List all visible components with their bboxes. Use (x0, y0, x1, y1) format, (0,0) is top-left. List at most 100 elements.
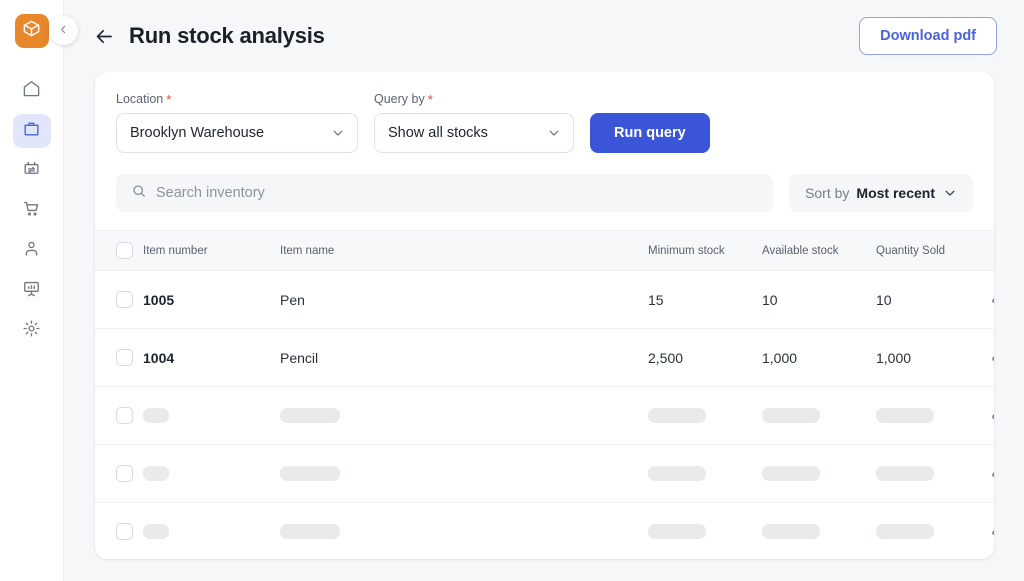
search-row: Search inventory Sort by Most recent (95, 153, 994, 230)
skeleton-bar (280, 408, 340, 423)
presentation-chart-icon (22, 279, 41, 303)
chevron-down-icon (331, 126, 345, 140)
sidebar-item-home[interactable] (13, 74, 51, 108)
sidebar-item-transfers[interactable] (13, 154, 51, 188)
skeleton-bar (143, 466, 169, 481)
sidebar (0, 0, 64, 581)
user-icon (22, 239, 41, 263)
cell-actions (988, 270, 994, 329)
search-input[interactable]: Search inventory (116, 174, 774, 212)
cell-item-number: 1005 (143, 270, 280, 329)
cell-available-stock-placeholder (762, 503, 876, 560)
skeleton-bar (143, 408, 169, 423)
sort-by-label: Sort by (805, 185, 850, 201)
pencil-edit-icon[interactable] (988, 406, 994, 423)
skeleton-bar (648, 524, 706, 540)
row-select-cell (95, 503, 143, 560)
pencil-edit-icon[interactable] (988, 464, 994, 481)
stock-analysis-card: Location * Brooklyn Warehouse Query by *… (95, 72, 994, 559)
table-row[interactable]: 1005 Pen 15 10 10 (95, 270, 994, 329)
row-checkbox[interactable] (116, 465, 133, 482)
row-checkbox[interactable] (116, 523, 133, 541)
table-row[interactable] (95, 444, 994, 503)
sidebar-item-inventory[interactable] (12, 114, 51, 148)
app-root: Run stock analysis Download pdf Location… (0, 0, 1024, 581)
skeleton-bar (762, 408, 820, 423)
skeleton-bar (648, 408, 706, 423)
app-logo[interactable] (14, 14, 49, 48)
sidebar-item-reports[interactable] (13, 274, 51, 308)
sidebar-item-settings[interactable] (13, 314, 51, 348)
sidebar-nav (0, 74, 63, 348)
bag-icon (22, 119, 41, 143)
location-label: Location * (116, 92, 358, 106)
page-title: Run stock analysis (129, 23, 325, 48)
skeleton-bar (648, 466, 706, 481)
cell-actions (988, 503, 994, 560)
gear-icon (22, 319, 41, 343)
table-body: 1005 Pen 15 10 10 1004 Pencil 2,500 1,000 1,000 (95, 270, 994, 560)
skeleton-bar (280, 466, 340, 481)
cell-actions (988, 444, 994, 503)
transfer-box-icon (22, 159, 41, 183)
chevron-left-icon (58, 22, 69, 40)
pencil-edit-icon[interactable] (988, 290, 994, 307)
required-marker: * (166, 91, 172, 107)
location-field: Location * Brooklyn Warehouse (116, 92, 358, 153)
sidebar-item-orders[interactable] (13, 194, 51, 228)
sidebar-collapse-toggle[interactable] (49, 16, 78, 45)
query-by-field: Query by * Show all stocks (374, 92, 574, 153)
query-by-label: Query by * (374, 92, 574, 106)
download-pdf-button[interactable]: Download pdf (859, 16, 997, 56)
cell-item-number-placeholder (143, 444, 280, 503)
table-row[interactable] (95, 386, 994, 445)
run-query-button[interactable]: Run query (590, 113, 710, 153)
pencil-edit-icon[interactable] (988, 522, 994, 539)
location-label-text: Location (116, 92, 164, 106)
row-checkbox[interactable] (116, 407, 133, 424)
cell-minimum-stock: 2,500 (648, 328, 762, 387)
table-row[interactable]: 1004 Pencil 2,500 1,000 1,000 (95, 328, 994, 387)
location-value: Brooklyn Warehouse (130, 125, 265, 141)
skeleton-bar (762, 524, 820, 540)
cell-item-name-placeholder (280, 503, 648, 560)
row-checkbox[interactable] (116, 349, 133, 366)
cell-available-stock-placeholder (762, 444, 876, 503)
table-header: Item number Item name Minimum stock Avai… (95, 230, 994, 271)
pencil-edit-icon[interactable] (988, 348, 994, 365)
cell-item-number-placeholder (143, 503, 280, 560)
skeleton-bar (280, 524, 340, 540)
row-checkbox[interactable] (116, 291, 133, 308)
query-by-select[interactable]: Show all stocks (374, 113, 574, 153)
home-icon (22, 79, 41, 103)
table-row[interactable] (95, 503, 994, 560)
column-actions (988, 230, 994, 271)
location-select[interactable]: Brooklyn Warehouse (116, 113, 358, 153)
cell-item-name-placeholder (280, 386, 648, 445)
cell-item-name: Pen (280, 270, 648, 329)
sort-by-dropdown[interactable]: Sort by Most recent (789, 174, 973, 212)
cell-available-stock: 1,000 (762, 328, 876, 387)
select-all-checkbox[interactable] (116, 242, 133, 259)
row-select-cell (95, 444, 143, 503)
cell-quantity-sold-placeholder (876, 444, 988, 503)
search-icon (131, 183, 147, 204)
chevron-down-icon (547, 126, 561, 140)
cell-minimum-stock-placeholder (648, 444, 762, 503)
skeleton-bar (762, 466, 820, 481)
chevron-down-icon (943, 186, 957, 200)
select-all-header (95, 230, 143, 271)
row-select-cell (95, 270, 143, 329)
sidebar-item-customers[interactable] (13, 234, 51, 268)
column-quantity-sold: Quantity Sold (876, 230, 988, 271)
arrow-left-icon[interactable] (94, 26, 115, 47)
column-item-name: Item name (280, 230, 648, 271)
row-select-cell (95, 328, 143, 387)
column-available-stock: Available stock (762, 230, 876, 271)
page-header: Run stock analysis Download pdf (64, 0, 1024, 72)
column-minimum-stock: Minimum stock (648, 230, 762, 271)
cell-item-name: Pencil (280, 328, 648, 387)
row-select-cell (95, 386, 143, 445)
cell-quantity-sold-placeholder (876, 503, 988, 560)
main-content: Run stock analysis Download pdf Location… (64, 0, 1024, 581)
